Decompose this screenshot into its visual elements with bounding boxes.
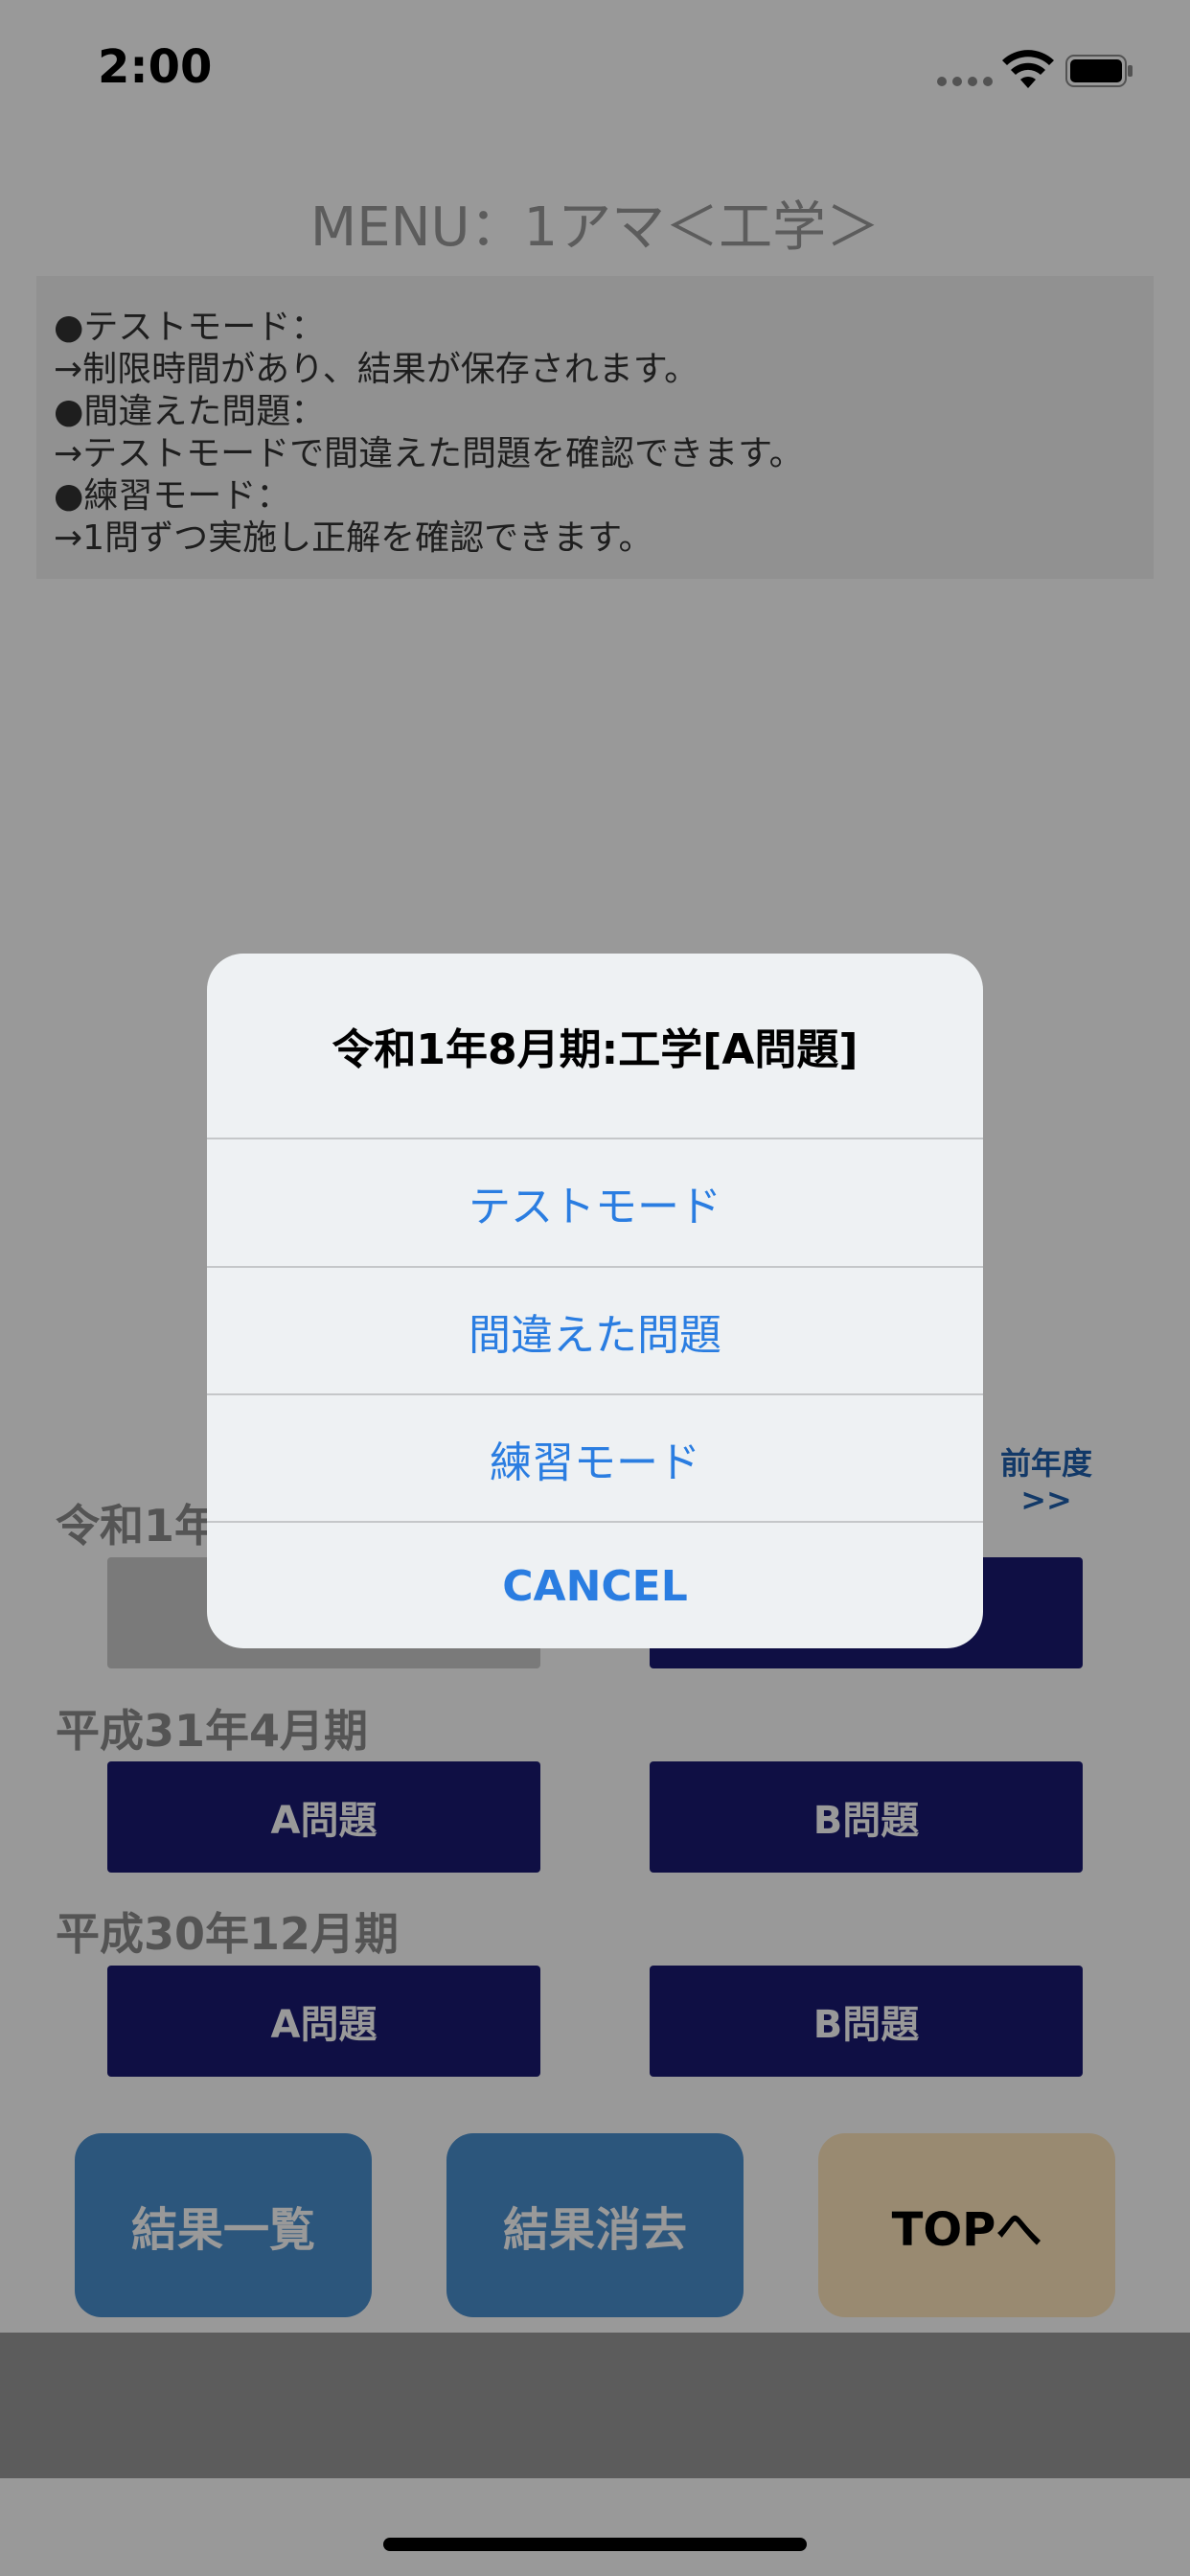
cancel-button[interactable]: CANCEL (207, 1521, 983, 1648)
practice-mode-action[interactable]: 練習モード (207, 1393, 983, 1522)
wrong-questions-action[interactable]: 間違えた問題 (207, 1266, 983, 1394)
home-indicator[interactable] (383, 2538, 807, 2551)
mode-select-alert: 令和1年8月期:工学[A問題] テストモード 間違えた問題 練習モード CANC… (207, 954, 983, 1648)
test-mode-action[interactable]: テストモード (207, 1138, 983, 1266)
alert-title: 令和1年8月期:工学[A問題] (332, 1025, 858, 1074)
